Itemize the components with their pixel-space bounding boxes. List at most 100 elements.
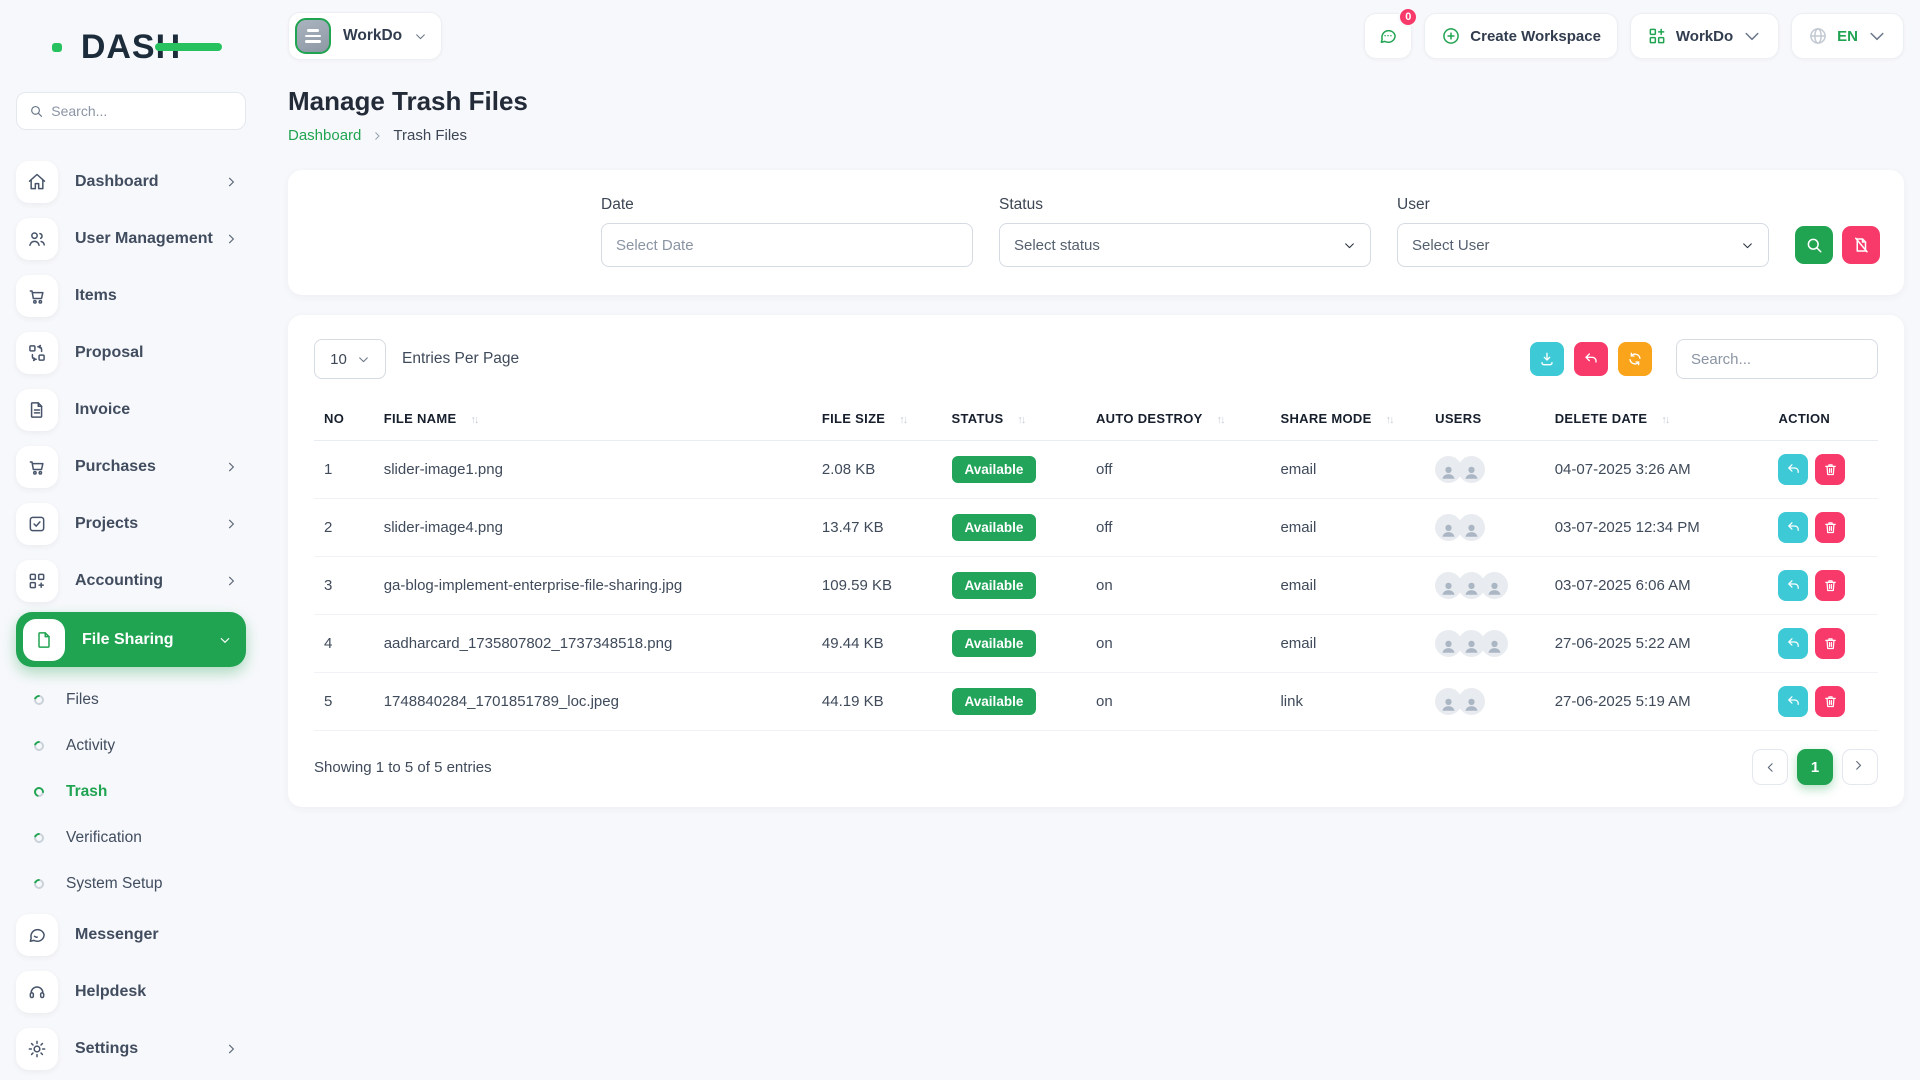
sidebar-item-proposal[interactable]: Proposal — [16, 327, 246, 378]
sidebar-search — [16, 92, 246, 130]
prev-page-button[interactable] — [1752, 749, 1788, 785]
bullet-ring-icon — [32, 739, 46, 753]
sidebar-item-items[interactable]: Items — [16, 270, 246, 321]
sidebar-item-label: User Management — [75, 230, 224, 248]
cell-delete-date: 27-06-2025 5:22 AM — [1545, 615, 1769, 673]
chevron-right-icon — [224, 175, 238, 189]
cell-share-mode: email — [1270, 557, 1425, 615]
cell-auto-destroy: on — [1086, 673, 1270, 731]
next-page-button[interactable] — [1842, 749, 1878, 785]
cell-users — [1425, 615, 1545, 673]
sidebar-item-projects[interactable]: Projects — [16, 498, 246, 549]
headset-icon — [16, 971, 58, 1013]
delete-file-button[interactable] — [1815, 686, 1845, 717]
col-status[interactable]: STATUS↑↓ — [942, 399, 1086, 441]
sidebar-subitem-activity[interactable]: Activity — [34, 723, 246, 769]
table-header-row: NO FILE NAME↑↓ FILE SIZE↑↓ STATUS↑↓ AUTO… — [314, 399, 1878, 441]
user-avatar[interactable] — [1458, 456, 1485, 483]
entries-per-page-select[interactable]: 10 — [314, 339, 386, 379]
col-auto-destroy[interactable]: AUTO DESTROY↑↓ — [1086, 399, 1270, 441]
workspace-menu-button[interactable]: WorkDo — [1630, 13, 1779, 59]
download-icon — [1539, 351, 1555, 367]
export-button[interactable] — [1530, 342, 1564, 376]
delete-file-button[interactable] — [1815, 570, 1845, 601]
chevron-right-icon — [371, 130, 383, 142]
delete-file-button[interactable] — [1815, 454, 1845, 485]
create-workspace-button[interactable]: Create Workspace — [1424, 13, 1618, 59]
delete-file-button[interactable] — [1815, 512, 1845, 543]
restore-all-button[interactable] — [1574, 342, 1608, 376]
status-badge: Available — [952, 572, 1037, 599]
user-avatar[interactable] — [1481, 572, 1508, 599]
cell-file-size: 44.19 KB — [812, 673, 942, 731]
cell-share-mode: email — [1270, 441, 1425, 499]
sidebar-subitem-verification[interactable]: Verification — [34, 815, 246, 861]
chevron-down-icon — [1741, 239, 1754, 252]
user-avatar[interactable] — [1458, 514, 1485, 541]
col-file-name[interactable]: FILE NAME↑↓ — [374, 399, 812, 441]
status-badge: Available — [952, 630, 1037, 657]
logo-bar — [155, 43, 222, 51]
sidebar-item-accounting[interactable]: Accounting — [16, 555, 246, 606]
sidebar-item-file-sharing[interactable]: File Sharing — [16, 612, 246, 667]
sidebar-item-purchases[interactable]: Purchases — [16, 441, 246, 492]
language-selector[interactable]: EN — [1791, 13, 1904, 59]
breadcrumb-dashboard-link[interactable]: Dashboard — [288, 127, 361, 144]
sidebar-search-input[interactable] — [51, 103, 233, 119]
table-row: 4aadharcard_1735807802_1737348518.png49.… — [314, 615, 1878, 673]
sidebar-item-helpdesk[interactable]: Helpdesk — [16, 966, 246, 1017]
cell-file-size: 13.47 KB — [812, 499, 942, 557]
restore-file-button[interactable] — [1778, 570, 1808, 601]
delete-file-button[interactable] — [1815, 628, 1845, 659]
status-select[interactable]: Select status — [999, 223, 1371, 267]
user-avatar[interactable] — [1458, 688, 1485, 715]
sidebar-item-label: File Sharing — [82, 631, 218, 649]
restore-file-button[interactable] — [1778, 628, 1808, 659]
chevron-down-icon — [218, 633, 232, 647]
date-label: Date — [601, 196, 973, 214]
col-share-mode[interactable]: SHARE MODE↑↓ — [1270, 399, 1425, 441]
sort-icon: ↑↓ — [1217, 414, 1224, 426]
refresh-button[interactable] — [1618, 342, 1652, 376]
cell-action — [1768, 673, 1878, 731]
messages-button[interactable]: 0 — [1364, 13, 1412, 59]
cell-share-mode: email — [1270, 499, 1425, 557]
col-delete-date[interactable]: DELETE DATE↑↓ — [1545, 399, 1769, 441]
restore-icon — [1786, 578, 1801, 593]
reset-filter-button[interactable] — [1842, 226, 1880, 264]
user-select[interactable]: Select User — [1397, 223, 1769, 267]
user-avatar[interactable] — [1481, 630, 1508, 657]
workspace-switcher[interactable]: WorkDo — [288, 12, 442, 60]
sidebar-subitem-files[interactable]: Files — [34, 677, 246, 723]
sidebar-item-messenger[interactable]: Messenger — [16, 909, 246, 960]
chevron-down-icon — [1742, 26, 1762, 46]
sidebar-item-dashboard[interactable]: Dashboard — [16, 156, 246, 207]
dash-logo[interactable]: DASH — [56, 24, 206, 70]
status-badge: Available — [952, 514, 1037, 541]
cell-file-name: 1748840284_1701851789_loc.jpeg — [374, 673, 812, 731]
col-no: NO — [314, 399, 374, 441]
date-input[interactable] — [601, 223, 973, 267]
sidebar-item-invoice[interactable]: Invoice — [16, 384, 246, 435]
user-filter-group: User Select User — [1397, 196, 1769, 267]
table-search-input[interactable] — [1676, 339, 1878, 379]
cell-file-size: 109.59 KB — [812, 557, 942, 615]
col-file-size[interactable]: FILE SIZE↑↓ — [812, 399, 942, 441]
cell-no: 1 — [314, 441, 374, 499]
sidebar-item-user-management[interactable]: User Management — [16, 213, 246, 264]
cell-file-size: 49.44 KB — [812, 615, 942, 673]
cell-status: Available — [942, 499, 1086, 557]
sidebar-subitem-system-setup[interactable]: System Setup — [34, 861, 246, 907]
sidebar-subitem-trash[interactable]: Trash — [34, 769, 246, 815]
grid-plus-icon — [1647, 26, 1667, 46]
cell-no: 2 — [314, 499, 374, 557]
apply-filter-button[interactable] — [1795, 226, 1833, 264]
chevron-right-icon — [1854, 761, 1867, 774]
restore-file-button[interactable] — [1778, 512, 1808, 543]
restore-file-button[interactable] — [1778, 454, 1808, 485]
page-1-button[interactable]: 1 — [1797, 749, 1833, 785]
restore-file-button[interactable] — [1778, 686, 1808, 717]
chevron-right-icon — [224, 232, 238, 246]
sidebar-item-settings[interactable]: Settings — [16, 1023, 246, 1074]
sort-icon: ↑↓ — [1386, 414, 1393, 426]
